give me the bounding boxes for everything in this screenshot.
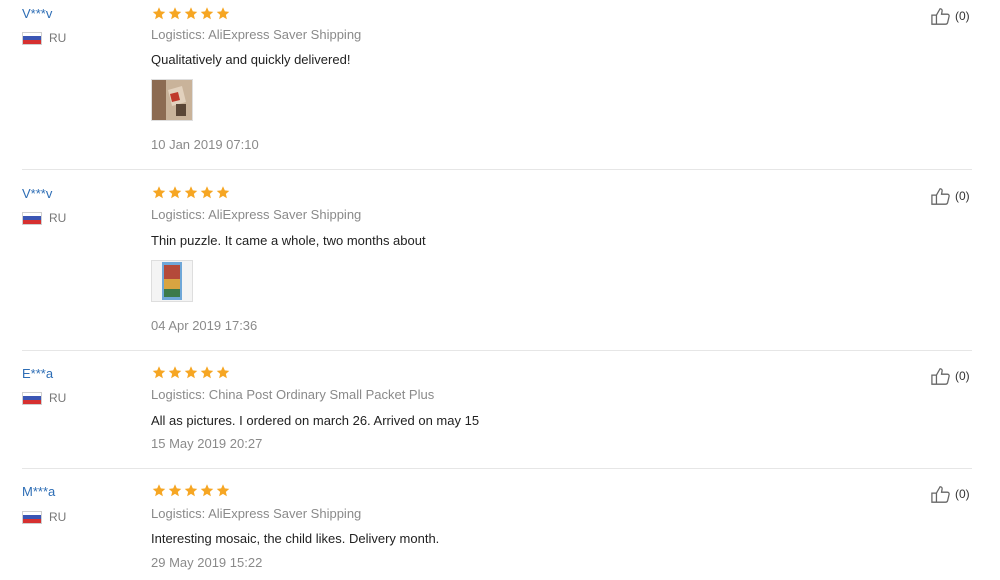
- review-date: 15 May 2019 20:27: [151, 436, 263, 451]
- star-rating: [151, 483, 231, 498]
- star-icon: [216, 186, 230, 199]
- review-text: Interesting mosaic, the child likes. Del…: [151, 531, 440, 546]
- star-rating: [151, 185, 231, 200]
- thumbs-up-icon: [931, 8, 950, 25]
- logistics-info: Logistics: AliExpress Saver Shipping: [151, 207, 362, 222]
- review-photo: [152, 80, 192, 120]
- star-icon: [200, 7, 214, 20]
- thumbs-up-icon: [931, 368, 950, 385]
- review-date: 04 Apr 2019 17:36: [151, 318, 258, 333]
- star-rating: [151, 365, 231, 380]
- star-icon: [216, 484, 230, 497]
- russia-flag-icon: [22, 391, 42, 405]
- reviewer-name[interactable]: M***a: [22, 484, 55, 499]
- helpful-button[interactable]: (0): [930, 366, 970, 386]
- review-text: All as pictures. I ordered on march 26. …: [151, 413, 480, 428]
- reviewer-name[interactable]: E***a: [22, 366, 53, 381]
- star-icon: [168, 186, 182, 199]
- star-icon: [152, 186, 166, 199]
- reviewer-country: RU: [22, 31, 66, 45]
- reviewer-country: RU: [22, 211, 66, 225]
- star-icon: [168, 7, 182, 20]
- star-icon: [216, 7, 230, 20]
- star-icon: [200, 186, 214, 199]
- star-icon: [168, 484, 182, 497]
- review-photo-thumbnail[interactable]: [151, 260, 193, 302]
- helpful-count: (0): [955, 369, 970, 383]
- thumbs-up-icon: [931, 188, 950, 205]
- review-divider: [22, 169, 972, 170]
- helpful-count: (0): [955, 487, 970, 501]
- review-date: 29 May 2019 15:22: [151, 555, 263, 570]
- star-icon: [184, 484, 198, 497]
- russia-flag-icon: [22, 31, 42, 45]
- star-icon: [184, 7, 198, 20]
- star-icon: [184, 186, 198, 199]
- star-icon: [152, 366, 166, 379]
- russia-flag-icon: [22, 211, 42, 225]
- star-icon: [200, 366, 214, 379]
- helpful-button[interactable]: (0): [930, 186, 970, 206]
- review-divider: [22, 350, 972, 351]
- helpful-button[interactable]: (0): [930, 484, 970, 504]
- helpful-button[interactable]: (0): [930, 6, 970, 26]
- logistics-info: Logistics: China Post Ordinary Small Pac…: [151, 387, 435, 402]
- star-icon: [184, 366, 198, 379]
- star-icon: [216, 366, 230, 379]
- review-text: Qualitatively and quickly delivered!: [151, 52, 351, 67]
- country-code: RU: [49, 391, 67, 405]
- logistics-info: Logistics: AliExpress Saver Shipping: [151, 506, 362, 521]
- review-divider: [22, 468, 972, 469]
- star-icon: [152, 7, 166, 20]
- helpful-count: (0): [955, 9, 970, 23]
- helpful-count: (0): [955, 189, 970, 203]
- review-date: 10 Jan 2019 07:10: [151, 137, 259, 152]
- review-photo-thumbnail[interactable]: [151, 79, 193, 121]
- reviewer-name[interactable]: V***v: [22, 186, 52, 201]
- country-code: RU: [49, 510, 67, 524]
- star-icon: [168, 366, 182, 379]
- russia-flag-icon: [22, 510, 42, 524]
- reviewer-country: RU: [22, 391, 66, 405]
- reviewer-country: RU: [22, 510, 66, 524]
- star-icon: [200, 484, 214, 497]
- review-photo: [152, 261, 192, 301]
- star-rating: [151, 6, 231, 21]
- country-code: RU: [49, 31, 67, 45]
- review-text: Thin puzzle. It came a whole, two months…: [151, 233, 426, 248]
- thumbs-up-icon: [931, 486, 950, 503]
- star-icon: [152, 484, 166, 497]
- country-code: RU: [49, 211, 67, 225]
- logistics-info: Logistics: AliExpress Saver Shipping: [151, 27, 362, 42]
- reviewer-name[interactable]: V***v: [22, 6, 52, 21]
